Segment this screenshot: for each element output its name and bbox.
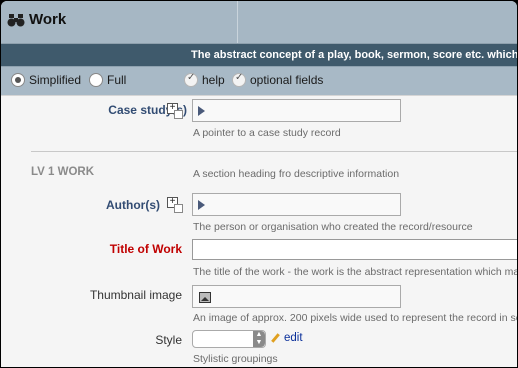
optional-fields-label: optional fields: [250, 73, 324, 87]
thumbnail-label: Thumbnail image: [89, 288, 182, 302]
record-type-description: The abstract concept of a play, book, se…: [191, 49, 517, 61]
section-divider: [31, 151, 517, 152]
authors-help: The person or organisation who created t…: [193, 221, 473, 233]
style-edit-label[interactable]: edit: [284, 332, 303, 344]
image-icon: [199, 292, 211, 303]
page-title: Work: [7, 11, 66, 28]
pointer-arrow-icon: [198, 200, 205, 210]
thumbnail-upload-field[interactable]: [192, 285, 401, 308]
binoculars-icon: [7, 12, 25, 28]
title-of-work-help: The title of the work - the work is the …: [193, 266, 517, 278]
optional-fields-toggle[interactable]: optional fields: [232, 72, 324, 87]
style-label: Style: [155, 333, 182, 347]
form-content: Case study(s) + A pointer to a case stud…: [1, 95, 517, 367]
full-radio[interactable]: [89, 73, 103, 87]
case-study-help: A pointer to a case study record: [193, 127, 341, 139]
add-case-study-icon-shadow: [174, 110, 183, 119]
full-label: Full: [107, 73, 127, 87]
style-help: Stylistic groupings: [193, 353, 278, 365]
optional-fields-checkbox[interactable]: [232, 72, 246, 87]
help-label: help: [202, 73, 225, 87]
full-option[interactable]: Full: [89, 73, 126, 87]
simplified-radio[interactable]: [11, 73, 25, 87]
select-arrows-icon: ▲ ▼: [253, 331, 265, 347]
help-checkbox[interactable]: [184, 72, 198, 87]
case-study-pointer-field[interactable]: [192, 99, 401, 122]
thumbnail-help: An image of approx. 200 pixels wide used…: [193, 312, 517, 324]
description-bar: The abstract concept of a play, book, se…: [1, 44, 517, 66]
title-of-work-label: Title of Work: [109, 242, 182, 256]
style-edit-link[interactable]: edit: [270, 332, 303, 344]
header-divider: [237, 1, 238, 43]
authors-pointer-field[interactable]: [192, 193, 401, 216]
help-toggle[interactable]: help: [184, 72, 225, 87]
pointer-arrow-icon: [198, 106, 205, 116]
simplified-option[interactable]: Simplified: [11, 73, 81, 87]
page-title-text: Work: [29, 11, 67, 28]
simplified-label: Simplified: [29, 73, 82, 87]
section-heading: LV 1 WORK: [31, 166, 95, 178]
options-bar: Simplified Full help optional fields: [1, 66, 517, 95]
title-of-work-input[interactable]: [192, 239, 517, 260]
window: Work The abstract concept of a play, boo…: [1, 1, 517, 367]
pencil-icon: [270, 333, 281, 344]
add-author-icon-shadow: [174, 204, 183, 213]
authors-label: Author(s): [106, 198, 160, 212]
header-bar: Work: [1, 1, 517, 44]
style-select[interactable]: ▲ ▼: [192, 330, 266, 348]
section-help: A section heading fro descriptive inform…: [193, 168, 400, 180]
